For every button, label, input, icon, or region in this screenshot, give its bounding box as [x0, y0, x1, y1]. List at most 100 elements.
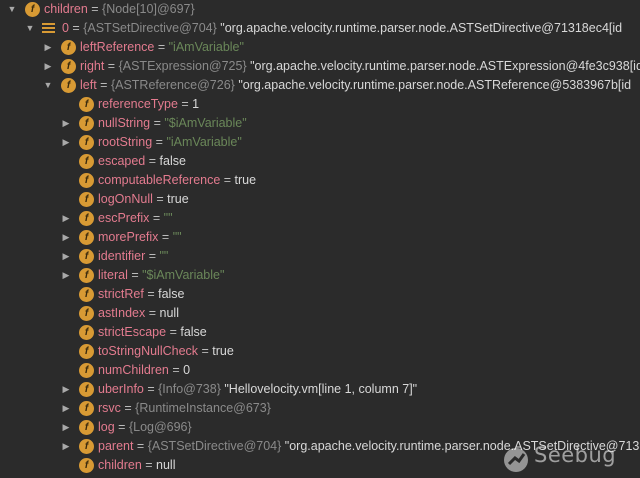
field-icon: f — [79, 325, 94, 340]
field-icon: f — [79, 439, 94, 454]
tree-row-text: nullString = "$iAmVariable" — [98, 114, 247, 133]
equals-sign: = — [143, 287, 159, 301]
field-name: nullString — [98, 116, 151, 130]
object-type-ref: {ASTSetDirective@704} — [147, 439, 282, 453]
field-icon: f — [79, 287, 94, 302]
tree-row-text: 0 = {ASTSetDirective@704} "org.apache.ve… — [62, 19, 622, 38]
field-icon: f — [79, 420, 94, 435]
collapse-right-arrow-icon[interactable]: ▶ — [60, 399, 72, 418]
field-name: astIndex — [98, 306, 146, 320]
equals-sign: = — [220, 173, 235, 187]
tree-row[interactable]: f escaped = false — [0, 152, 640, 171]
array-element-icon — [42, 23, 55, 35]
collapse-right-arrow-icon[interactable]: ▶ — [60, 266, 72, 285]
equals-sign: = — [145, 306, 160, 320]
collapse-right-arrow-icon[interactable]: ▶ — [60, 437, 72, 456]
object-type-ref: {ASTExpression@725} — [118, 59, 247, 73]
expand-down-arrow-icon[interactable]: ▼ — [6, 0, 18, 19]
collapse-right-arrow-icon[interactable]: ▶ — [60, 133, 72, 152]
tree-row[interactable]: ▶ f uberInfo = {Info@738} "Hellovelocity.v… — [0, 380, 640, 399]
tree-row[interactable]: f referenceType = 1 — [0, 95, 640, 114]
field-name: uberInfo — [98, 382, 144, 396]
tree-row[interactable]: ▶ f escPrefix = "" — [0, 209, 640, 228]
field-value: false — [159, 154, 186, 168]
equals-sign: = — [141, 458, 157, 472]
field-name: left — [80, 78, 97, 92]
field-icon: f — [61, 78, 76, 93]
field-value: true — [234, 173, 257, 187]
tree-row-text: rsvc = {RuntimeInstance@673} — [98, 399, 271, 418]
field-name: children — [98, 458, 142, 472]
object-type-ref: {RuntimeInstance@673} — [135, 401, 271, 415]
expand-down-arrow-icon[interactable]: ▼ — [24, 19, 36, 38]
tree-row[interactable]: ▼ f children = {Node[10]@697} — [0, 0, 640, 19]
tree-row[interactable]: f logOnNull = true — [0, 190, 640, 209]
field-value: "$iAmVariable" — [164, 116, 247, 130]
field-value: "org.apache.velocity.runtime.parser.node… — [250, 59, 640, 73]
tree-row-text: rootString = "iAmVariable" — [98, 133, 242, 152]
tree-row[interactable]: ▶ f rootString = "iAmVariable" — [0, 133, 640, 152]
tree-row[interactable]: ▶ f leftReference = "iAmVariable" — [0, 38, 640, 57]
equals-sign: = — [104, 59, 119, 73]
tree-row-text: parent = {ASTSetDirective@704} "org.apac… — [98, 437, 640, 456]
tree-row[interactable]: f computableReference = true — [0, 171, 640, 190]
field-value: true — [167, 192, 189, 206]
field-icon: f — [79, 401, 94, 416]
field-name: toStringNullCheck — [98, 344, 199, 358]
field-value: null — [156, 458, 176, 472]
tree-row-text: computableReference = true — [98, 171, 256, 190]
equals-sign: = — [96, 78, 111, 92]
tree-row[interactable]: ▶ f morePrefix = "" — [0, 228, 640, 247]
tree-row-text: escPrefix = "" — [98, 209, 173, 228]
equals-sign: = — [145, 249, 160, 263]
object-type-ref: {Node[10]@697} — [102, 2, 195, 16]
field-value: "" — [172, 230, 182, 244]
equals-sign: = — [166, 325, 181, 339]
field-icon: f — [79, 135, 94, 150]
tree-row[interactable]: f astIndex = null — [0, 304, 640, 323]
field-icon: f — [79, 306, 94, 321]
expand-down-arrow-icon[interactable]: ▼ — [42, 76, 54, 95]
equals-sign: = — [120, 401, 136, 415]
tree-row-text: identifier = "" — [98, 247, 168, 266]
tree-row[interactable]: ▶ f parent = {ASTSetDirective@704} "org.ap… — [0, 437, 640, 456]
tree-row[interactable]: f strictRef = false — [0, 285, 640, 304]
tree-row[interactable]: f toStringNullCheck = true — [0, 342, 640, 361]
equals-sign: = — [145, 154, 160, 168]
field-value: 1 — [192, 97, 200, 111]
field-name: parent — [98, 439, 134, 453]
collapse-right-arrow-icon[interactable]: ▶ — [60, 209, 72, 228]
field-value: true — [212, 344, 234, 358]
field-value: "org.apache.velocity.runtime.parser.node… — [284, 439, 640, 453]
tree-row[interactable]: ▶ f identifier = "" — [0, 247, 640, 266]
collapse-right-arrow-icon[interactable]: ▶ — [42, 57, 54, 76]
tree-row[interactable]: ▶ f nullString = "$iAmVariable" — [0, 114, 640, 133]
collapse-right-arrow-icon[interactable]: ▶ — [60, 228, 72, 247]
collapse-right-arrow-icon[interactable]: ▶ — [60, 114, 72, 133]
tree-row[interactable]: ▼ f left = {ASTReference@726} "org.apache.… — [0, 76, 640, 95]
tree-row[interactable]: f numChildren = 0 — [0, 361, 640, 380]
tree-row-text: strictRef = false — [98, 285, 185, 304]
tree-row[interactable]: ▼ 0 = {ASTSetDirective@704} "org.apache.v… — [0, 19, 640, 38]
tree-row[interactable]: f children = null — [0, 456, 640, 475]
tree-row[interactable]: ▶ f literal = "$iAmVariable" — [0, 266, 640, 285]
collapse-right-arrow-icon[interactable]: ▶ — [60, 380, 72, 399]
field-name: escPrefix — [98, 211, 150, 225]
tree-row[interactable]: ▶ f right = {ASTExpression@725} "org.apach… — [0, 57, 640, 76]
collapse-right-arrow-icon[interactable]: ▶ — [42, 38, 54, 57]
tree-row-text: escaped = false — [98, 152, 186, 171]
tree-row-text: leftReference = "iAmVariable" — [80, 38, 244, 57]
field-name: escaped — [98, 154, 146, 168]
tree-row-text: logOnNull = true — [98, 190, 189, 209]
collapse-right-arrow-icon[interactable]: ▶ — [60, 418, 72, 437]
field-name: right — [80, 59, 105, 73]
tree-row[interactable]: ▶ f log = {Log@696} — [0, 418, 640, 437]
collapse-right-arrow-icon[interactable]: ▶ — [60, 247, 72, 266]
tree-row-text: astIndex = null — [98, 304, 179, 323]
object-type-ref: {Log@696} — [128, 420, 192, 434]
equals-sign: = — [158, 230, 173, 244]
field-name: referenceType — [98, 97, 178, 111]
tree-row[interactable]: ▶ f rsvc = {RuntimeInstance@673} — [0, 399, 640, 418]
tree-row[interactable]: f strictEscape = false — [0, 323, 640, 342]
field-name: children — [44, 2, 88, 16]
